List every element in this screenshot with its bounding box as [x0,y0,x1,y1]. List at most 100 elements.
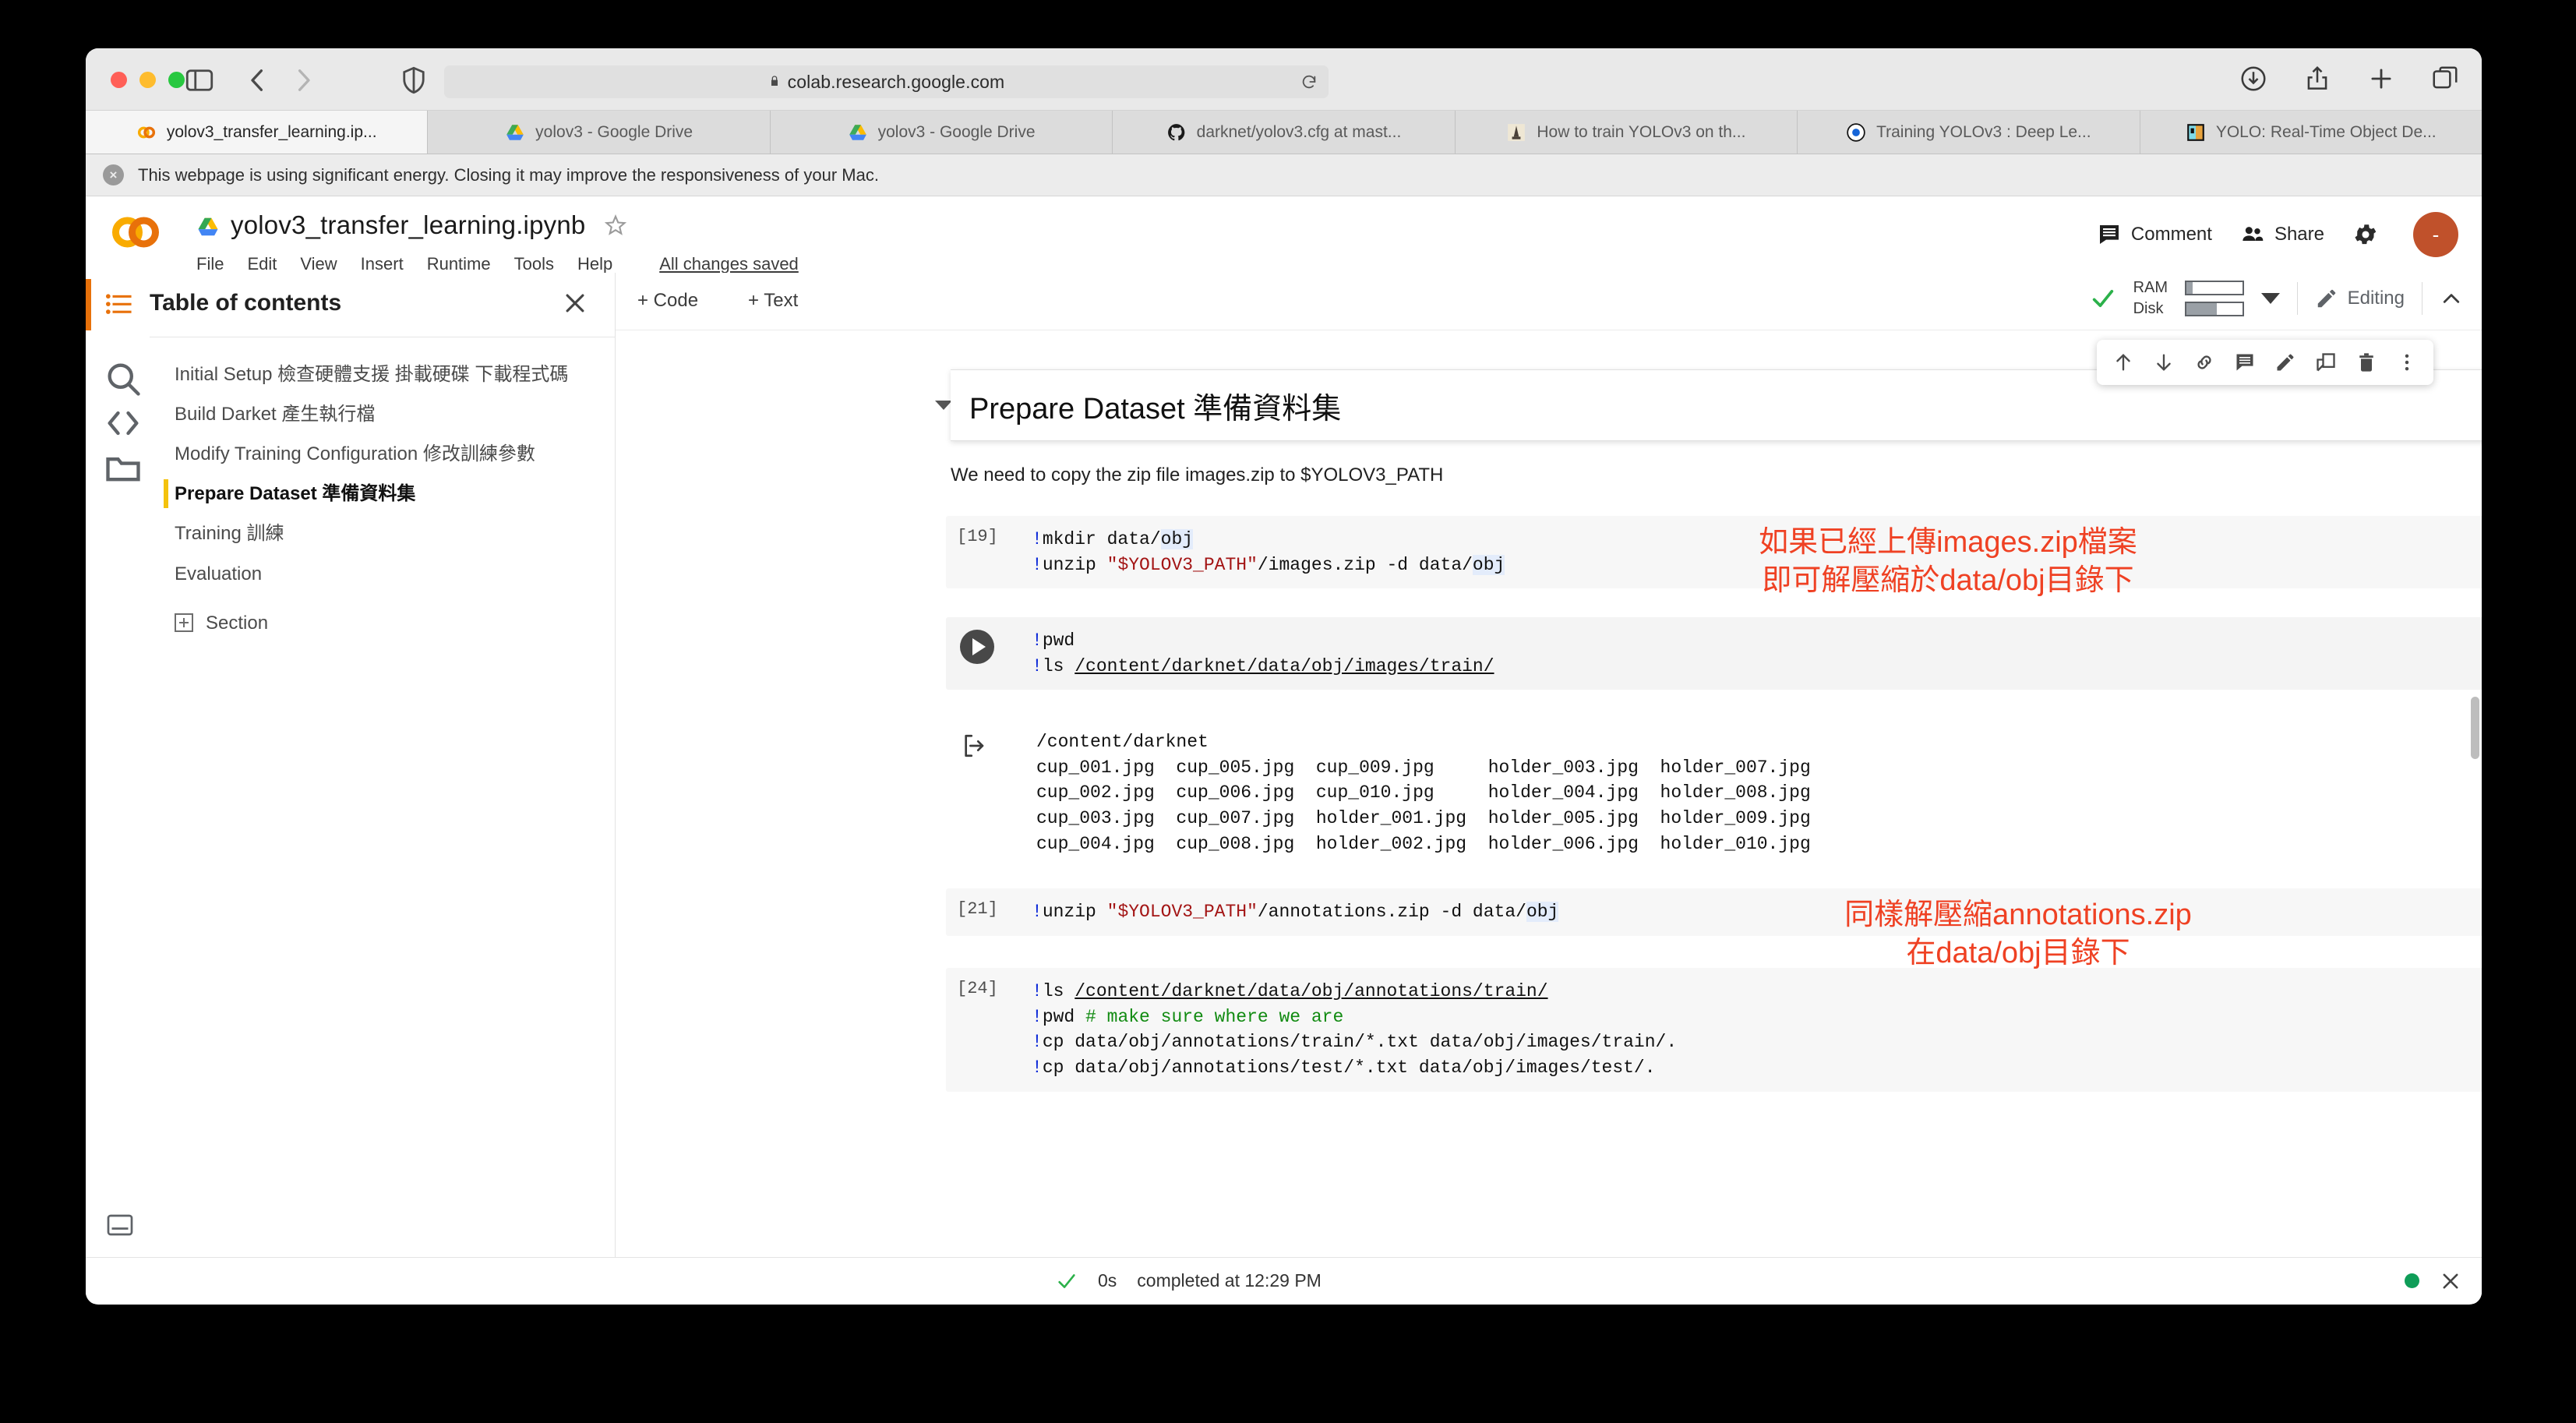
browser-tab-6[interactable]: YOLO: Real-Time Object De... [2140,111,2482,154]
browser-titlebar: colab.research.google.com [86,48,2482,111]
shield-icon[interactable] [397,64,430,97]
tab-label: YOLO: Real-Time Object De... [2215,122,2437,141]
cell-output: /content/darknet cup_001.jpg cup_005.jpg… [946,720,2482,867]
toc-item-evaluation[interactable]: Evaluation [164,554,604,594]
downloads-icon[interactable] [2239,64,2268,94]
toc-item-prepare-dataset[interactable]: Prepare Dataset 準備資料集 [164,474,604,514]
editing-mode-button[interactable]: Editing [2315,287,2405,310]
sidebar-toggle-icon[interactable] [183,64,216,97]
success-check-icon [1056,1270,1078,1292]
code-cell-run[interactable]: !pwd !ls /content/darknet/data/obj/image… [946,617,2482,690]
safari-window: colab.research.google.com yolov3_transfe… [86,48,2482,1305]
toc-side-rail [103,358,143,492]
annotation-annotations-zip: 同樣解壓縮annotations.zip 在data/obj目錄下 [1844,899,2192,969]
comment-button[interactable]: Comment [2097,222,2212,247]
chevron-up-icon[interactable] [2440,287,2463,310]
status-bar-right [2405,1270,2461,1292]
tab-label: How to train YOLOv3 on th... [1537,122,1746,141]
disk-label: Disk [2133,300,2164,317]
tab-overview-icon[interactable] [2430,64,2460,94]
browser-tab-2[interactable]: yolov3 - Google Drive [770,111,1113,154]
drive-icon [196,215,220,236]
close-icon[interactable] [2440,1270,2461,1292]
chevron-down-icon[interactable] [2260,293,2280,304]
browser-tab-4[interactable]: How to train YOLOv3 on th... [1455,111,1798,154]
notebook-main: + Code + Text RAM Disk Editing Prepare D… [616,273,2482,1257]
menu-insert[interactable]: Insert [361,254,404,274]
expand-icon[interactable] [175,613,193,633]
markdown-text[interactable]: We need to copy the zip file images.zip … [951,464,1443,486]
avatar[interactable]: - [2413,212,2458,257]
browser-tab-0[interactable]: yolov3_transfer_learning.ip... [86,111,429,154]
move-cell-up-icon[interactable] [2103,347,2144,378]
toc-item-list: Initial Setup 檢查硬體支援 掛載硬碟 下載程式碼 Build Da… [164,355,604,643]
code-content[interactable]: !pwd !ls /content/darknet/data/obj/image… [946,617,2482,690]
cell-prompt: [24] [957,979,998,998]
terminal-icon[interactable] [106,1213,134,1237]
delete-cell-icon[interactable] [2346,347,2387,378]
runtime-status: RAM Disk Editing [2090,279,2463,318]
new-tab-icon[interactable] [2366,64,2396,94]
code-snippets-icon[interactable] [103,411,143,447]
add-code-button[interactable]: + Code [637,290,698,312]
close-window-button[interactable] [111,72,127,88]
comment-label: Comment [2130,224,2212,245]
toc-item-section[interactable]: Section [164,603,604,643]
minimize-window-button[interactable] [139,72,156,88]
gear-icon[interactable] [2352,221,2379,248]
save-status[interactable]: All changes saved [659,254,799,274]
close-icon[interactable] [562,290,588,316]
notebook-scroll-area[interactable]: Prepare Dataset 準備資料集 We need to copy th… [616,330,2482,1257]
code-content[interactable]: !ls /content/darknet/data/obj/annotation… [946,968,2482,1092]
edit-icon[interactable] [2265,347,2306,378]
menu-edit[interactable]: Edit [247,254,277,274]
maximize-window-button[interactable] [168,72,185,88]
target-icon [1846,122,1866,143]
disk-meter: Disk [2133,300,2244,318]
address-bar[interactable]: colab.research.google.com [444,65,1329,98]
execution-status: 0s completed at 12:29 PM [1056,1270,1322,1292]
forward-icon[interactable] [287,64,319,97]
toc-item-initial-setup[interactable]: Initial Setup 檢查硬體支援 掛載硬碟 下載程式碼 [164,355,604,394]
ram-meter: RAM [2133,279,2244,297]
files-icon[interactable] [103,457,143,491]
tab-label: darknet/yolov3.cfg at mast... [1196,122,1402,141]
browser-tab-5[interactable]: Training YOLOv3 : Deep Le... [1798,111,2140,154]
header-actions: Comment Share - [2097,212,2458,257]
menu-tools[interactable]: Tools [514,254,554,274]
add-text-button[interactable]: + Text [748,290,798,312]
more-options-icon[interactable] [2387,347,2427,378]
star-icon[interactable] [604,214,627,237]
close-icon[interactable]: × [103,164,124,185]
toc-item-training[interactable]: Training 訓練 [164,514,604,553]
cell-action-toolbar [2097,340,2433,385]
back-icon[interactable] [242,64,274,97]
menu-runtime[interactable]: Runtime [427,254,491,274]
toc-header: Table of contents [86,273,615,337]
menu-file[interactable]: File [196,254,224,274]
search-icon[interactable] [103,363,143,402]
mirror-cell-icon[interactable] [2306,347,2346,378]
colab-logo-icon[interactable] [108,214,164,251]
browser-tab-3[interactable]: darknet/yolov3.cfg at mast... [1113,111,1456,154]
run-cell-button[interactable] [960,630,994,664]
share-button[interactable]: Share [2240,222,2324,247]
collapse-heading-caret-icon[interactable] [935,401,952,410]
share-icon[interactable] [2303,64,2332,94]
code-cell-24[interactable]: [24] !ls /content/darknet/data/obj/annot… [946,968,2482,1092]
resource-meters[interactable]: RAM Disk [2133,279,2244,318]
toc-item-modify-training-configuration[interactable]: Modify Training Configuration 修改訓練參數 [164,434,604,474]
comment-icon[interactable] [2225,347,2265,378]
reload-icon[interactable] [1300,73,1318,90]
table-of-contents-panel: Table of contents Initial Setup 檢查硬體支援 掛… [86,273,616,1257]
browser-tab-1[interactable]: yolov3 - Google Drive [428,111,771,154]
people-icon [2240,222,2265,247]
page-title[interactable]: yolov3_transfer_learning.ipynb [231,210,585,240]
menu-help[interactable]: Help [577,254,612,274]
execution-status-bar: 0s completed at 12:29 PM [86,1257,2482,1304]
vertical-scrollbar[interactable] [2471,697,2479,759]
menu-view[interactable]: View [300,254,337,274]
toc-item-build-darket[interactable]: Build Darket 產生執行檔 [164,394,604,434]
move-cell-down-icon[interactable] [2144,347,2184,378]
link-icon[interactable] [2184,347,2225,378]
